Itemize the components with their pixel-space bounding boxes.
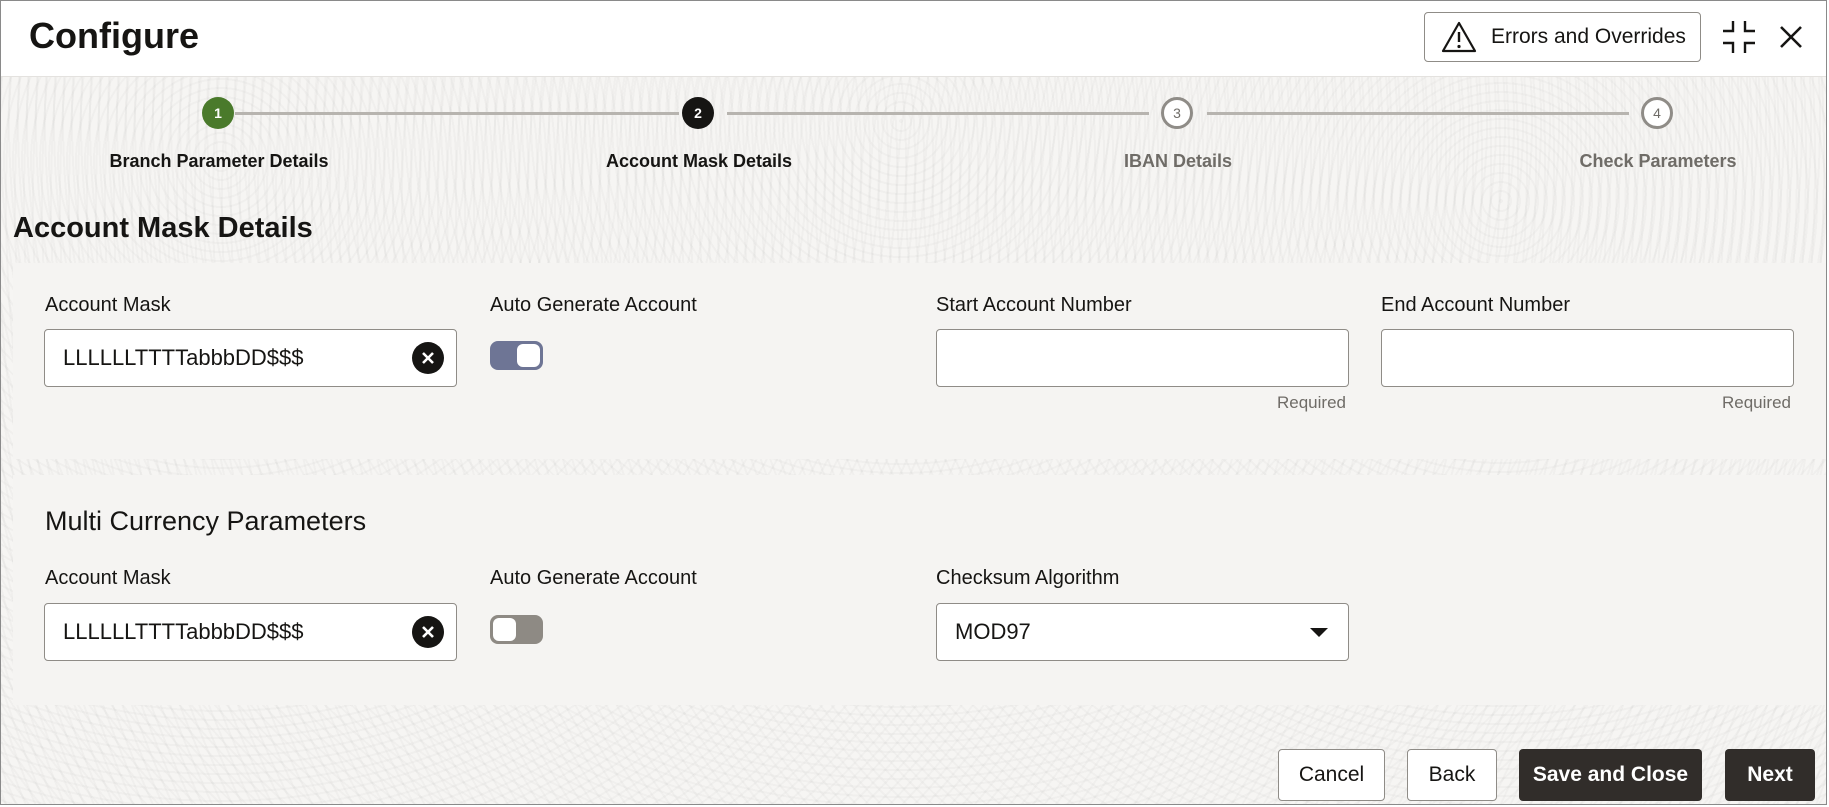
step-2-label[interactable]: Account Mask Details [606,151,792,172]
account-mask-input[interactable]: LLLLLLTTTTabbbDD$$$ [44,329,457,387]
start-account-required: Required [1277,393,1346,412]
toggle-knob [493,618,516,641]
mc-account-mask-label: Account Mask [45,567,171,589]
auto-generate-toggle[interactable] [490,341,543,370]
clear-icon[interactable] [412,616,444,648]
section-heading-multi-currency: Multi Currency Parameters [45,506,367,536]
account-mask-label: Account Mask [45,294,171,316]
start-account-label: Start Account Number [936,294,1132,316]
step-2-indicator[interactable]: 2 [682,97,714,129]
auto-generate-label: Auto Generate Account [490,294,697,316]
errors-and-overrides-button[interactable]: Errors and Overrides [1424,12,1701,62]
back-button[interactable]: Back [1407,749,1497,801]
page-title: Configure [29,15,199,56]
step-connector [235,112,679,115]
end-account-label: End Account Number [1381,294,1570,316]
step-4-indicator[interactable]: 4 [1641,97,1673,129]
close-icon[interactable] [1777,23,1805,51]
save-and-close-button[interactable]: Save and Close [1519,749,1702,801]
step-connector [1207,112,1629,115]
start-account-input[interactable] [936,329,1349,387]
account-mask-value: LLLLLLTTTTabbbDD$$$ [63,345,304,370]
step-connector [727,112,1149,115]
toggle-knob [517,344,540,367]
errors-button-label: Errors and Overrides [1491,25,1686,48]
checksum-algorithm-select[interactable]: MOD97 [936,603,1349,661]
step-1-indicator[interactable]: 1 [202,97,234,129]
mc-account-mask-input[interactable]: LLLLLLTTTTabbbDD$$$ [44,603,457,661]
cancel-button[interactable]: Cancel [1278,749,1385,801]
mc-auto-generate-toggle[interactable] [490,615,543,644]
step-1-label[interactable]: Branch Parameter Details [109,151,328,172]
end-account-required: Required [1722,393,1791,412]
configure-dialog: Configure Errors and Overrides 1 2 3 4 B… [0,0,1827,805]
collapse-icon[interactable] [1721,19,1757,55]
next-button[interactable]: Next [1725,749,1815,801]
mc-auto-generate-label: Auto Generate Account [490,567,697,589]
step-4-label[interactable]: Check Parameters [1579,151,1736,172]
step-3-label[interactable]: IBAN Details [1124,151,1232,172]
section-heading-account-mask: Account Mask Details [13,212,313,244]
end-account-input[interactable] [1381,329,1794,387]
checksum-algorithm-label: Checksum Algorithm [936,567,1120,589]
checksum-algorithm-value: MOD97 [955,619,1031,644]
mc-account-mask-value: LLLLLLTTTTabbbDD$$$ [63,619,304,644]
dialog-header: Configure Errors and Overrides [1,1,1826,77]
warning-icon [1441,21,1477,53]
chevron-down-icon [1310,628,1328,637]
step-3-indicator[interactable]: 3 [1161,97,1193,129]
clear-icon[interactable] [412,342,444,374]
